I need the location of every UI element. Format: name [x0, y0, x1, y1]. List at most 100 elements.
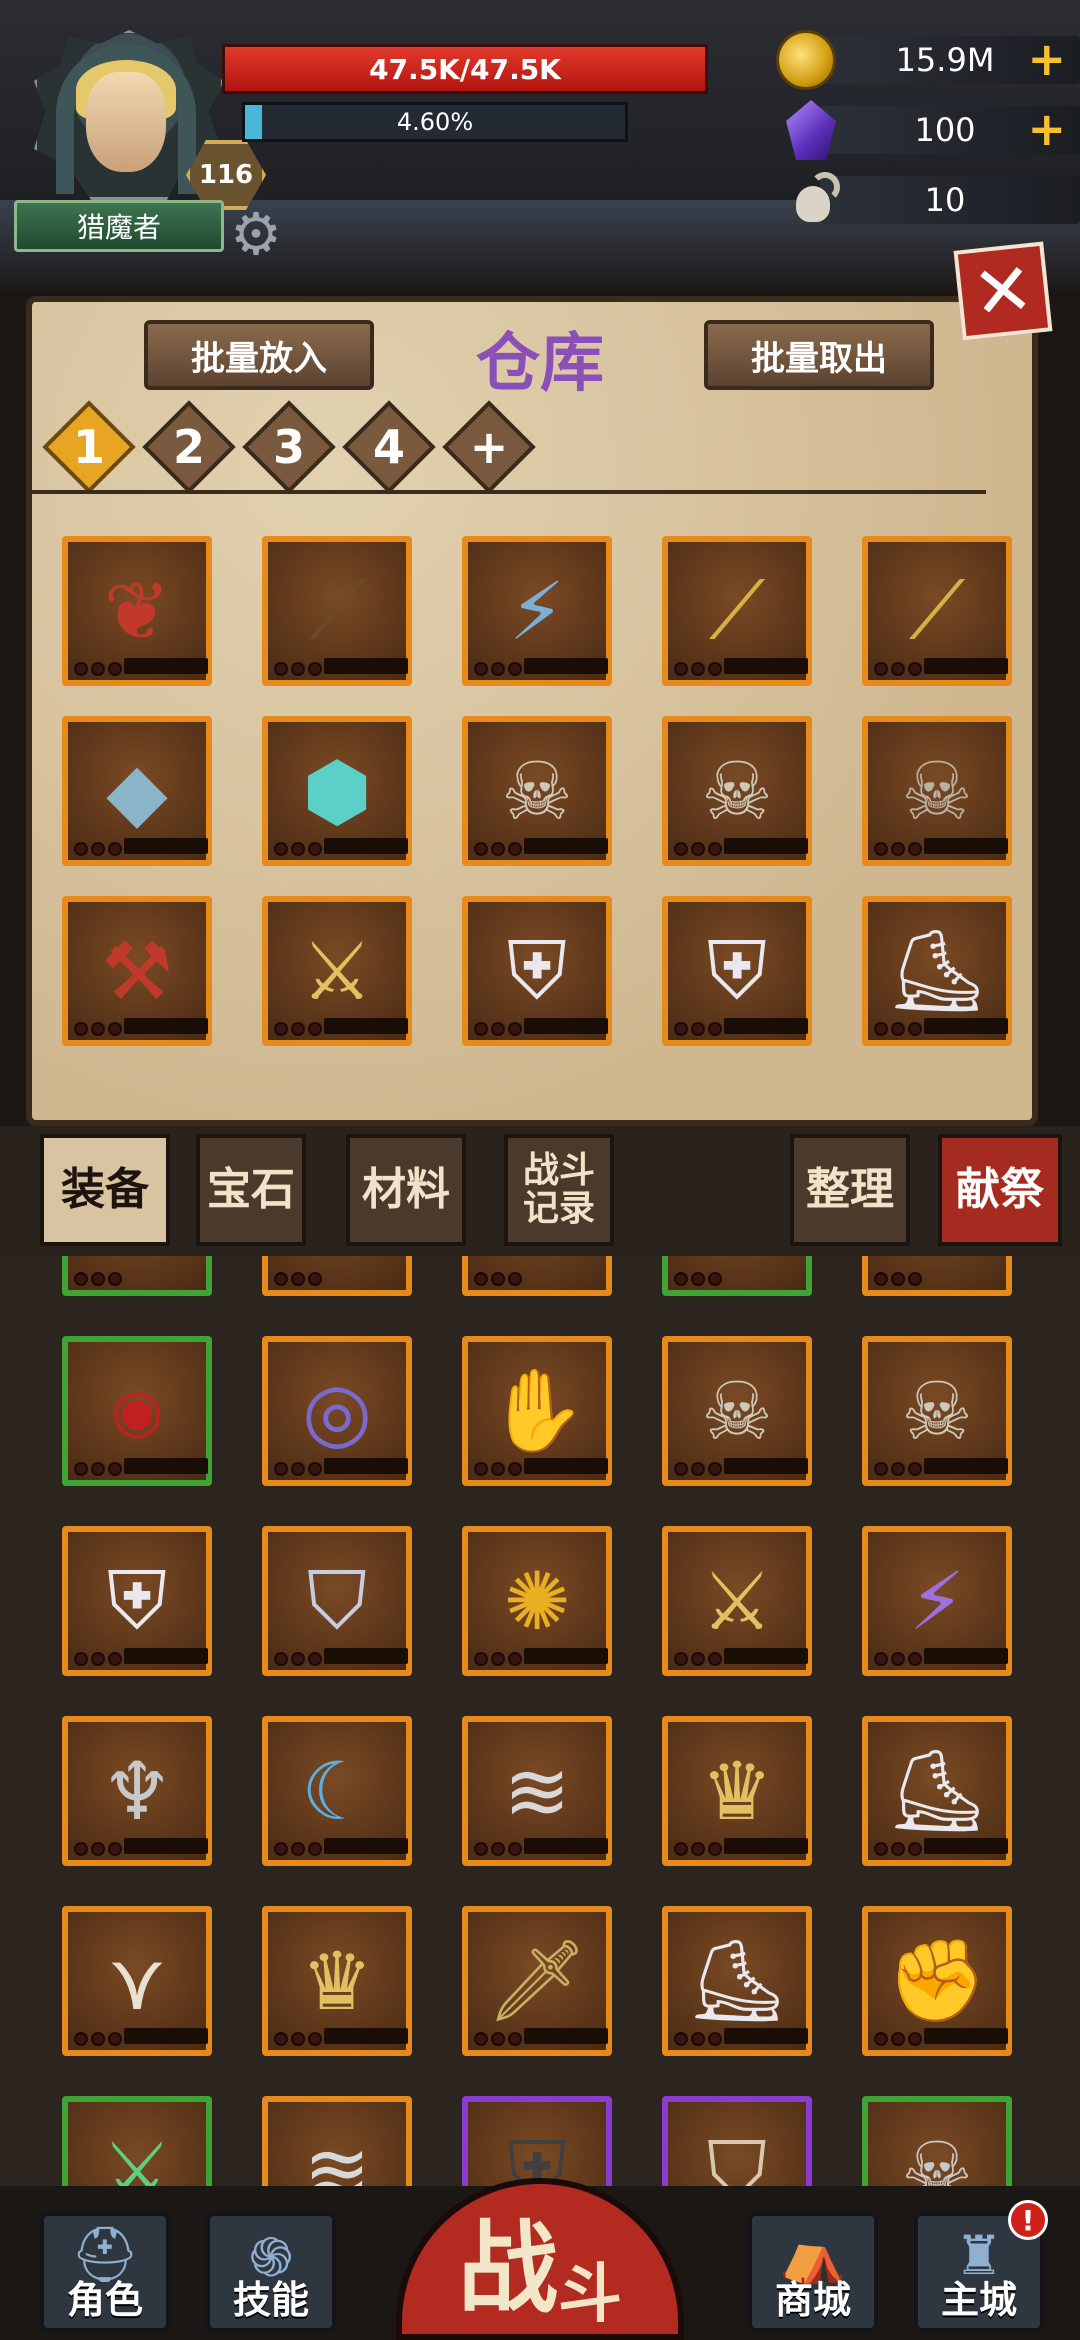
- warehouse-slot[interactable]: ⟋: [262, 536, 412, 686]
- tab-battle-log-line1: 战斗: [522, 1150, 595, 1192]
- battle-label-big: 战: [458, 2209, 558, 2327]
- warehouse-slot[interactable]: ⟋: [662, 536, 812, 686]
- bulk-put-button[interactable]: 批量放入: [144, 320, 374, 390]
- warehouse-tab-label: 4: [372, 420, 405, 474]
- warehouse-tab-2[interactable]: 2: [142, 400, 236, 494]
- add-crystal-button[interactable]: +: [1027, 104, 1066, 154]
- skull-resource: 10: [780, 170, 1080, 228]
- slot-pips: [674, 1652, 722, 1666]
- slot-pips: [874, 662, 922, 676]
- inventory-slot[interactable]: ≋: [462, 1716, 612, 1866]
- nav-main-city-label: 主城: [940, 2278, 1017, 2322]
- inventory-slot[interactable]: ◉: [62, 1336, 212, 1486]
- inventory-slot[interactable]: [662, 1256, 812, 1296]
- close-button[interactable]: ✕: [953, 241, 1053, 341]
- slot-bar: [324, 1458, 408, 1474]
- inventory-slot[interactable]: ☠: [862, 1336, 1012, 1486]
- inventory-slot[interactable]: ♛: [262, 1906, 412, 2056]
- tab-battle-log-line2: 记录: [522, 1188, 595, 1229]
- inventory-slot[interactable]: [862, 1256, 1012, 1296]
- slot-bar: [524, 1458, 608, 1474]
- slot-bar: [124, 838, 208, 854]
- settings-gear-icon[interactable]: ⚙: [222, 200, 290, 268]
- warehouse-slot[interactable]: ⟋: [862, 536, 1012, 686]
- gold-coin-icon: [776, 30, 836, 90]
- tab-equipment[interactable]: 装备: [40, 1134, 170, 1246]
- warehouse-slot[interactable]: ⛨: [662, 896, 812, 1046]
- inventory-slot[interactable]: [262, 1256, 412, 1296]
- slot-pips: [674, 662, 722, 676]
- warehouse-slot[interactable]: ☠: [862, 716, 1012, 866]
- warehouse-slot[interactable]: ⛨: [462, 896, 612, 1046]
- slot-pips: [274, 1842, 322, 1856]
- warehouse-slot[interactable]: ☠: [662, 716, 812, 866]
- inventory-slot[interactable]: ⚔: [662, 1526, 812, 1676]
- slot-pips: [74, 1272, 122, 1286]
- leggings-item-icon: ⛉: [707, 2124, 767, 2186]
- inventory-slot[interactable]: ✺: [462, 1526, 612, 1676]
- slot-bar: [924, 2028, 1008, 2044]
- add-gold-button[interactable]: +: [1027, 34, 1066, 84]
- warehouse-slot[interactable]: ◆: [62, 716, 212, 866]
- inventory-slot[interactable]: ⛉: [662, 2096, 812, 2186]
- tab-battle-log[interactable]: 战斗 记录: [504, 1134, 614, 1246]
- slot-bar: [124, 1018, 208, 1034]
- slot-bar: [124, 2028, 208, 2044]
- crystal-resource: 100 +: [780, 100, 1080, 160]
- dark-armor-item-icon: ⛨: [507, 2124, 567, 2186]
- warehouse-slot[interactable]: ❦: [62, 536, 212, 686]
- inventory-slot[interactable]: ⛨: [462, 2096, 612, 2186]
- warehouse-title: 仓库: [476, 327, 604, 401]
- inventory-slot[interactable]: ⚡: [862, 1526, 1012, 1676]
- sort-button[interactable]: 整理: [790, 1134, 910, 1246]
- warehouse-tab-3[interactable]: 3: [242, 400, 336, 494]
- bulk-take-button[interactable]: 批量取出: [704, 320, 934, 390]
- nav-character-label: 角色: [66, 2278, 143, 2322]
- slot-pips: [674, 1462, 722, 1476]
- warehouse-slot[interactable]: ⚡: [462, 536, 612, 686]
- sacrifice-button[interactable]: 献祭: [938, 1134, 1062, 1246]
- inventory-slot[interactable]: ◎: [262, 1336, 412, 1486]
- inventory-slot[interactable]: ⚔: [62, 2096, 212, 2186]
- nav-shop-button[interactable]: ⛺ 商城: [748, 2212, 878, 2332]
- inventory-slot[interactable]: ⛸: [662, 1906, 812, 2056]
- inventory-slot[interactable]: [62, 1256, 212, 1296]
- inventory-slot[interactable]: ≋: [262, 2096, 412, 2186]
- inventory-slot[interactable]: ⛸: [862, 1716, 1012, 1866]
- warehouse-tab-4[interactable]: 4: [342, 400, 436, 494]
- inventory-slot[interactable]: ⛉: [262, 1526, 412, 1676]
- warehouse-slot[interactable]: ⚒: [62, 896, 212, 1046]
- warehouse-slot[interactable]: ☠: [462, 716, 612, 866]
- inventory-slot[interactable]: ♛: [662, 1716, 812, 1866]
- inventory-slot[interactable]: ✋: [462, 1336, 612, 1486]
- inventory-slot[interactable]: [462, 1256, 612, 1296]
- inventory-slot[interactable]: ☠: [662, 1336, 812, 1486]
- warehouse-slot[interactable]: ⛸: [862, 896, 1012, 1046]
- inventory-slot[interactable]: 🗡: [462, 1906, 612, 2056]
- warehouse-tab-label: 2: [172, 420, 205, 474]
- tab-materials[interactable]: 材料: [346, 1134, 466, 1246]
- nav-skills-button[interactable]: ֍ 技能: [206, 2212, 336, 2332]
- slot-pips: [474, 1022, 522, 1036]
- inventory-slot[interactable]: ☾: [262, 1716, 412, 1866]
- slot-bar: [524, 838, 608, 854]
- nav-shop-label: 商城: [774, 2278, 851, 2322]
- slot-pips: [674, 1842, 722, 1856]
- inventory-slot[interactable]: ☠: [862, 2096, 1012, 2186]
- warehouse-slot[interactable]: ⚔: [262, 896, 412, 1046]
- nav-character-button[interactable]: ⛑ 角色: [40, 2212, 170, 2332]
- slot-pips: [874, 1842, 922, 1856]
- inventory-slot[interactable]: ✊: [862, 1906, 1012, 2056]
- inventory-slot[interactable]: ♆: [62, 1716, 212, 1866]
- tab-gems[interactable]: 宝石: [196, 1134, 306, 1246]
- warehouse-add-tab-button[interactable]: +: [442, 400, 536, 494]
- slot-bar: [724, 1838, 808, 1854]
- slot-pips: [274, 1462, 322, 1476]
- warehouse-slot[interactable]: ⬢: [262, 716, 412, 866]
- warehouse-tab-1[interactable]: 1: [42, 400, 136, 494]
- slot-pips: [874, 1652, 922, 1666]
- inventory-slot[interactable]: ⋎: [62, 1906, 212, 2056]
- slot-bar: [324, 838, 408, 854]
- inventory-slot[interactable]: ⛨: [62, 1526, 212, 1676]
- warehouse-tab-label: 3: [272, 420, 305, 474]
